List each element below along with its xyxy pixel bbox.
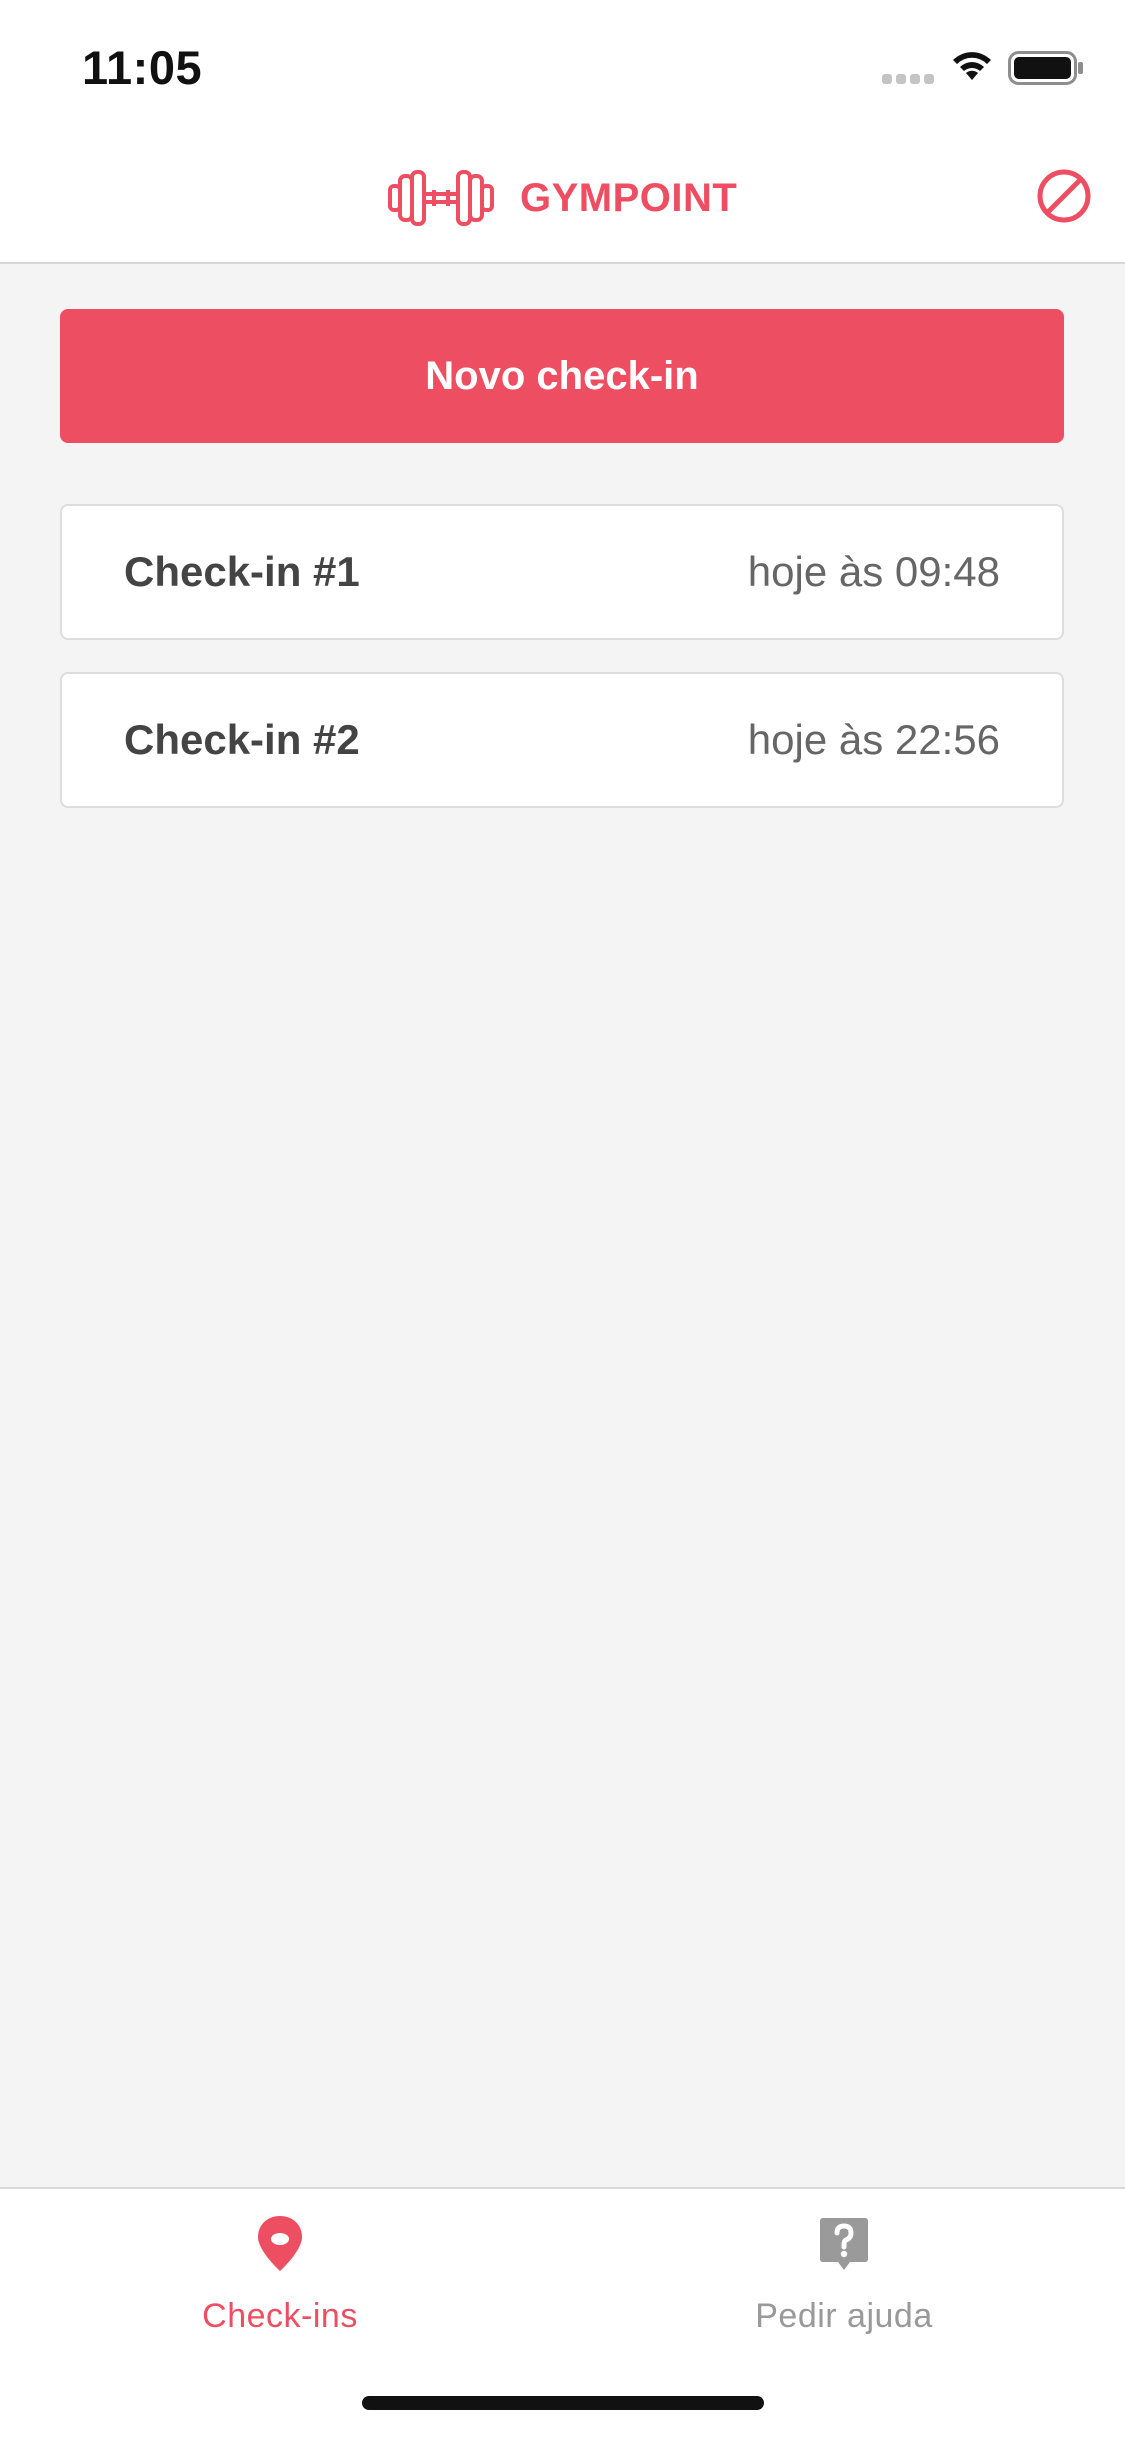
tab-label: Pedir ajuda (755, 2297, 933, 2335)
checkin-time: hoje às 22:56 (747, 716, 1000, 763)
wifi-icon (953, 52, 991, 80)
app-header: GYMPOINT (0, 132, 1125, 264)
checkin-title: Check-in #1 (124, 548, 360, 595)
cellular-signal-icon (882, 74, 934, 84)
tab-checkins[interactable]: Check-ins (130, 2213, 430, 2336)
tab-help[interactable]: Pedir ajuda (694, 2213, 994, 2336)
status-bar: 11:05 (0, 0, 1125, 132)
dumbbell-icon (388, 170, 494, 226)
battery-icon (1008, 51, 1083, 85)
brand-name: GYMPOINT (520, 175, 738, 220)
location-pin-icon (258, 2216, 302, 2271)
new-checkin-button[interactable]: Novo check-in (60, 309, 1064, 443)
checkin-item: Check-in #1 hoje às 09:48 (60, 504, 1064, 640)
checkin-time: hoje às 09:48 (747, 548, 1000, 595)
checkin-title: Check-in #2 (124, 716, 360, 763)
tab-label: Check-ins (202, 2297, 358, 2335)
brand: GYMPOINT (388, 170, 737, 226)
help-question-icon (820, 2218, 868, 2270)
prohibited-icon (1037, 169, 1091, 223)
status-time: 11:05 (82, 41, 203, 94)
checkin-list: Check-in #1 hoje às 09:48 Check-in #2 ho… (60, 504, 1064, 840)
home-indicator[interactable] (362, 2396, 764, 2410)
logout-button[interactable] (1036, 168, 1092, 224)
checkin-item: Check-in #2 hoje às 22:56 (60, 672, 1064, 808)
